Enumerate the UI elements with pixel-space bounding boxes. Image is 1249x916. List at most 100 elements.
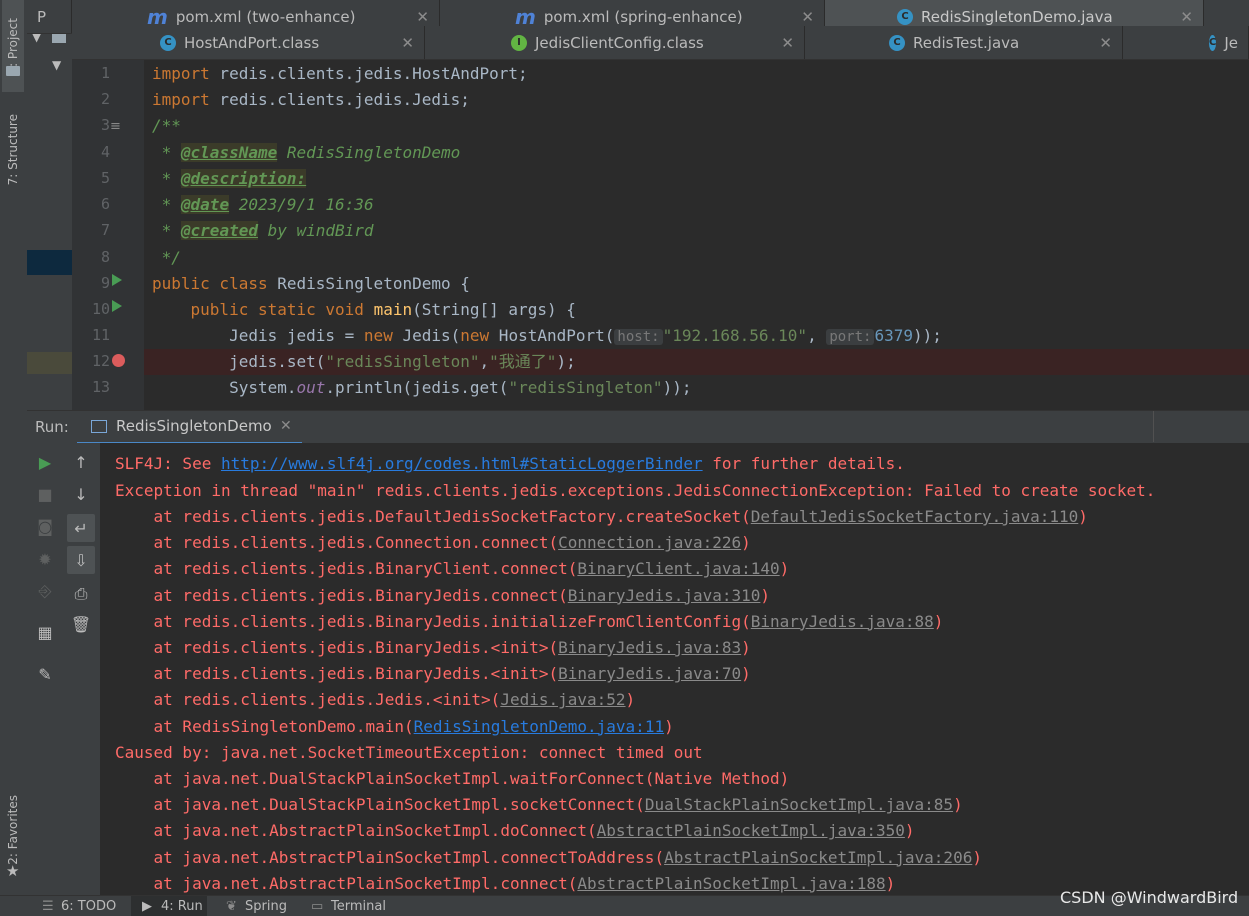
code-line-6: * @date 2023/9/1 16:36 <box>152 195 374 214</box>
line-number: 4 <box>100 143 110 161</box>
line-number: 3 <box>100 116 110 134</box>
code-line-13: System.out.println(jedis.get("redisSingl… <box>229 378 692 397</box>
up-arrow-icon[interactable]: ↑ <box>69 450 93 474</box>
layout-icon[interactable]: ▦ <box>33 620 57 644</box>
source-link[interactable]: DefaultJedisSocketFactory.java:110 <box>751 507 1079 526</box>
close-icon[interactable]: ✕ <box>1099 34 1112 52</box>
code-line-4: * @className RedisSingletonDemo <box>152 143 461 162</box>
line-number: 13 <box>91 378 110 396</box>
print-icon[interactable]: ⎙ <box>69 582 93 606</box>
line-number: 8 <box>100 248 110 266</box>
stack-frame-line: at redis.clients.jedis.Connection.connec… <box>115 533 751 553</box>
cause-frame-line: at java.net.AbstractPlainSocketImpl.doCo… <box>115 821 915 841</box>
structure-tool-tab[interactable]: 7: Structure <box>2 100 24 200</box>
line-number: 10 <box>91 300 110 318</box>
source-link[interactable]: AbstractPlainSocketImpl.java:350 <box>597 821 905 840</box>
tab-hostandport-class[interactable]: C HostAndPort.class ✕ <box>72 26 425 59</box>
run-toolbar-secondary: ↑ ↓ ↵ ⇩ ⎙ 🗑 <box>63 443 101 895</box>
console-line-caused-by: Caused by: java.net.SocketTimeoutExcepti… <box>115 743 703 762</box>
structure-tool-tab-label: 7: Structure <box>6 114 20 186</box>
slf4j-link[interactable]: http://www.slf4j.org/codes.html#StaticLo… <box>221 454 703 473</box>
stack-frame-line: at redis.clients.jedis.BinaryJedis.<init… <box>115 664 751 684</box>
trash-icon[interactable]: 🗑 <box>69 612 93 636</box>
down-arrow-icon[interactable]: ↓ <box>69 482 93 506</box>
tab-project-partial[interactable]: P <box>27 0 72 33</box>
tab-partial[interactable]: C Je <box>1123 26 1249 59</box>
tab-redistest-java[interactable]: C RedisTest.java ✕ <box>805 26 1123 59</box>
source-link[interactable]: BinaryJedis.java:88 <box>751 612 934 631</box>
param-hint: port: <box>826 329 875 345</box>
source-link[interactable]: BinaryJedis.java:70 <box>558 664 741 683</box>
code-line-11: Jedis jedis = new Jedis(new HostAndPort(… <box>229 326 942 345</box>
tab-label: pom.xml (spring-enhance) <box>543 7 743 26</box>
tab-overflow-area <box>1204 0 1249 26</box>
exit-icon[interactable]: ⎆ <box>33 579 57 603</box>
scroll-to-end-icon[interactable]: ⇩ <box>67 546 95 574</box>
java-class-icon: C <box>1209 34 1217 51</box>
code-line-9: public class RedisSingletonDemo { <box>152 274 470 293</box>
todo-icon: ☰ <box>42 899 54 914</box>
favorites-tool-tab-label: 2: Favorites <box>6 795 20 865</box>
source-link[interactable]: DualStackPlainSocketImpl.java:85 <box>645 795 953 814</box>
java-class-icon: C <box>897 8 913 25</box>
close-icon[interactable]: ✕ <box>416 8 429 26</box>
tab-label: JedisClientConfig.class <box>535 33 704 52</box>
source-link[interactable]: Jedis.java:52 <box>500 690 625 709</box>
run-main-icon[interactable] <box>112 300 122 312</box>
source-link[interactable]: AbstractPlainSocketImpl.java:206 <box>664 848 972 867</box>
stop-icon[interactable]: ■ <box>33 482 57 506</box>
stack-frame-line: at RedisSingletonDemo.main(RedisSingleto… <box>115 716 674 736</box>
line-number: 5 <box>100 169 110 187</box>
close-icon[interactable]: ✕ <box>801 8 814 26</box>
run-tab-label: RedisSingletonDemo <box>116 417 272 435</box>
doc-render-icon[interactable]: ≡ <box>110 119 121 134</box>
run-class-icon[interactable] <box>112 274 122 286</box>
source-link[interactable]: AbstractPlainSocketImpl.java:188 <box>577 874 885 893</box>
stack-frame-line: at redis.clients.jedis.Jedis.<init>(Jedi… <box>115 690 636 710</box>
code-line-2: import redis.clients.jedis.Jedis; <box>152 90 470 109</box>
source-link[interactable]: BinaryJedis.java:310 <box>568 586 761 605</box>
source-link[interactable]: BinaryClient.java:140 <box>577 559 779 578</box>
console-output[interactable]: SLF4J: See http://www.slf4j.org/codes.ht… <box>100 443 1249 895</box>
pin-icon[interactable]: ✎ <box>33 662 57 686</box>
project-tool-tab[interactable]: 1: Project <box>2 0 24 92</box>
maven-icon: m <box>147 4 168 29</box>
close-icon[interactable]: ✕ <box>401 34 414 52</box>
stack-frame-line: at redis.clients.jedis.DefaultJedisSocke… <box>115 507 1088 526</box>
terminal-icon: ▭ <box>311 899 324 914</box>
close-icon[interactable]: ✕ <box>280 418 292 434</box>
run-panel-label: Run: <box>35 418 69 436</box>
debug-bug-icon[interactable]: ✹ <box>33 547 57 571</box>
camera-icon[interactable]: ◙ <box>33 514 57 538</box>
project-selected-row[interactable] <box>27 250 72 275</box>
console-line-slf4j: SLF4J: See http://www.slf4j.org/codes.ht… <box>115 454 905 473</box>
tab-label: RedisSingletonDemo.java <box>921 7 1113 26</box>
breakpoint-icon[interactable] <box>112 354 125 367</box>
run-tool-button[interactable]: 4: Run <box>161 899 203 914</box>
line-number: 1 <box>100 64 110 82</box>
run-tab[interactable]: RedisSingletonDemo ✕ <box>77 411 302 445</box>
tab-label: Je <box>1224 33 1238 52</box>
tab-jedisclientconfig-class[interactable]: I JedisClientConfig.class ✕ <box>425 26 805 59</box>
close-icon[interactable]: ✕ <box>1180 8 1193 26</box>
terminal-tool-button[interactable]: Terminal <box>331 899 386 914</box>
code-line-8: */ <box>152 248 181 267</box>
source-link[interactable]: BinaryJedis.java:83 <box>558 638 741 657</box>
code-line-7: * @created by windBird <box>152 221 374 240</box>
java-class-icon: C <box>889 34 905 51</box>
source-link[interactable]: RedisSingletonDemo.java:11 <box>414 717 664 736</box>
star-icon: ★ <box>6 862 20 880</box>
code-editor[interactable]: import redis.clients.jedis.HostAndPort; … <box>144 60 1249 412</box>
header-divider <box>1153 411 1154 442</box>
source-link[interactable]: Connection.java:226 <box>558 533 741 552</box>
line-number: 7 <box>100 221 110 239</box>
spring-tool-button[interactable]: Spring <box>245 899 287 914</box>
line-number: 6 <box>100 195 110 213</box>
todo-tool-button[interactable]: 6: TODO <box>61 899 116 914</box>
expand-arrow-icon[interactable]: ▼ <box>52 58 61 72</box>
close-icon[interactable]: ✕ <box>781 34 794 52</box>
project-panel: ▼ ▼ <box>27 0 73 410</box>
interface-icon: I <box>511 34 527 51</box>
soft-wrap-icon[interactable]: ↵ <box>67 514 95 542</box>
rerun-icon[interactable]: ▶ <box>33 450 57 474</box>
